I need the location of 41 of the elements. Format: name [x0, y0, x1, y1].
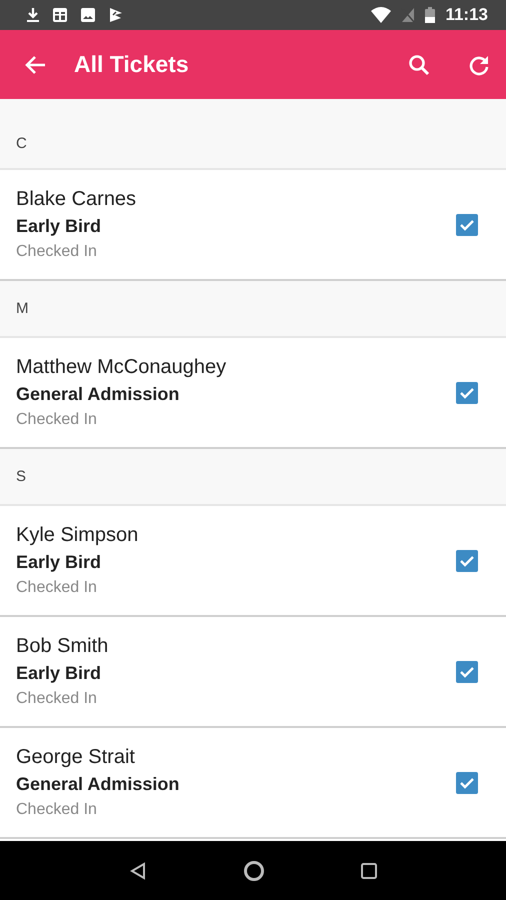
- wifi-icon: [371, 7, 392, 23]
- check-in-status: Checked In: [16, 688, 98, 708]
- refresh-icon[interactable]: [468, 54, 490, 76]
- ticket-type: General Admission: [16, 772, 180, 796]
- ticket-row[interactable]: Bob Smith Early Bird Checked In: [0, 617, 506, 728]
- screen-title: All Tickets: [74, 51, 190, 78]
- section-letter: S: [16, 468, 26, 485]
- checkbox[interactable]: [456, 382, 478, 404]
- search-icon[interactable]: [408, 54, 430, 76]
- download-icon: [26, 7, 40, 23]
- attendee-name: George Strait: [16, 744, 136, 770]
- check-in-status: Checked In: [16, 800, 98, 820]
- ticket-type: General Admission: [16, 382, 180, 406]
- back-arrow-icon[interactable]: [24, 54, 46, 74]
- attendee-name: Bob Smith: [16, 634, 110, 658]
- attendee-name: Kyle Simpson: [16, 522, 140, 548]
- check-in-status: Checked In: [16, 410, 98, 430]
- checkbox[interactable]: [456, 214, 478, 236]
- back-icon[interactable]: [128, 860, 148, 880]
- home-icon[interactable]: [242, 860, 265, 882]
- battery-icon: [425, 7, 436, 23]
- section-letter: M: [16, 300, 28, 317]
- flag-icon: [108, 7, 124, 23]
- attendee-name: Matthew McConaughey: [16, 354, 228, 380]
- ticket-row[interactable]: George Strait General Admission Checked In: [0, 728, 506, 839]
- ticket-type: Early Bird: [16, 550, 102, 574]
- section-letter: C: [16, 135, 27, 152]
- attendee-name: Blake Carnes: [16, 186, 138, 212]
- check-in-status: Checked In: [16, 578, 98, 598]
- image-icon: [80, 7, 96, 23]
- no-signal-icon: [401, 7, 416, 23]
- ticket-type: Early Bird: [16, 214, 102, 238]
- check-in-status: Checked In: [16, 242, 98, 262]
- checkbox[interactable]: [456, 660, 478, 682]
- checkbox[interactable]: [456, 772, 478, 794]
- calendar-icon: [52, 7, 68, 23]
- clock-time: 11:13: [445, 5, 488, 25]
- ticket-type: Early Bird: [16, 662, 102, 685]
- checkbox[interactable]: [456, 550, 478, 572]
- ticket-row[interactable]: Kyle Simpson Early Bird Checked In: [0, 506, 506, 617]
- recents-icon[interactable]: [360, 862, 378, 880]
